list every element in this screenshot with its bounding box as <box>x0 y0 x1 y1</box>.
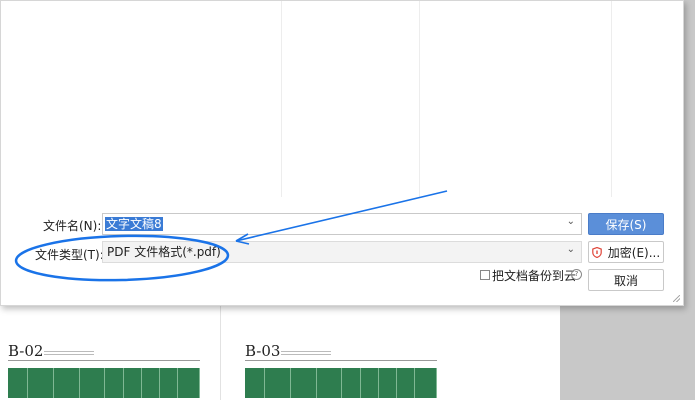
page-rule-b03 <box>245 360 437 361</box>
filetype-select[interactable]: PDF 文件格式(*.pdf) ⌄ <box>102 241 582 263</box>
encrypt-button[interactable]: 加密(E)... <box>588 241 664 263</box>
filename-value[interactable]: 文字文稿8 <box>105 217 163 231</box>
filetype-value: PDF 文件格式(*.pdf) <box>107 245 221 259</box>
encrypt-button-label: 加密(E)... <box>607 245 661 260</box>
chevron-down-icon[interactable]: ⌄ <box>567 216 575 227</box>
cancel-button[interactable]: 取消 <box>588 269 664 291</box>
filename-label: 文件名(N): <box>43 219 102 233</box>
cancel-button-label: 取消 <box>613 273 638 288</box>
shield-icon <box>591 246 602 258</box>
save-button-label: 保存(S) <box>605 217 647 232</box>
page-rule-b02 <box>8 360 200 361</box>
resize-grip[interactable] <box>673 295 680 302</box>
chevron-down-icon[interactable]: ⌄ <box>567 244 575 255</box>
save-dialog: 文件名(N): 文字文稿8 ⌄ 保存(S) 文件类型(T): PDF 文件格式(… <box>0 0 684 306</box>
backup-label[interactable]: 把文档备份到云 <box>492 267 576 284</box>
page-code-b02: B-02 <box>8 342 44 360</box>
backup-checkbox[interactable] <box>480 270 490 280</box>
help-circle-icon[interactable]: ? <box>571 269 582 280</box>
page-subtitle-b02 <box>44 349 94 357</box>
save-button[interactable]: 保存(S) <box>588 213 664 235</box>
page-divider <box>220 305 221 400</box>
file-list-column-divider <box>281 1 282 197</box>
filename-field[interactable]: 文字文稿8 ⌄ <box>102 213 582 235</box>
file-list-column-divider <box>419 1 420 197</box>
page-code-b03: B-03 <box>245 342 281 360</box>
filetype-label: 文件类型(T): <box>35 248 104 262</box>
green-table-b03 <box>245 368 437 398</box>
green-table-b02 <box>8 368 200 398</box>
file-list-column-divider <box>611 1 612 197</box>
page-subtitle-b03 <box>281 349 331 357</box>
